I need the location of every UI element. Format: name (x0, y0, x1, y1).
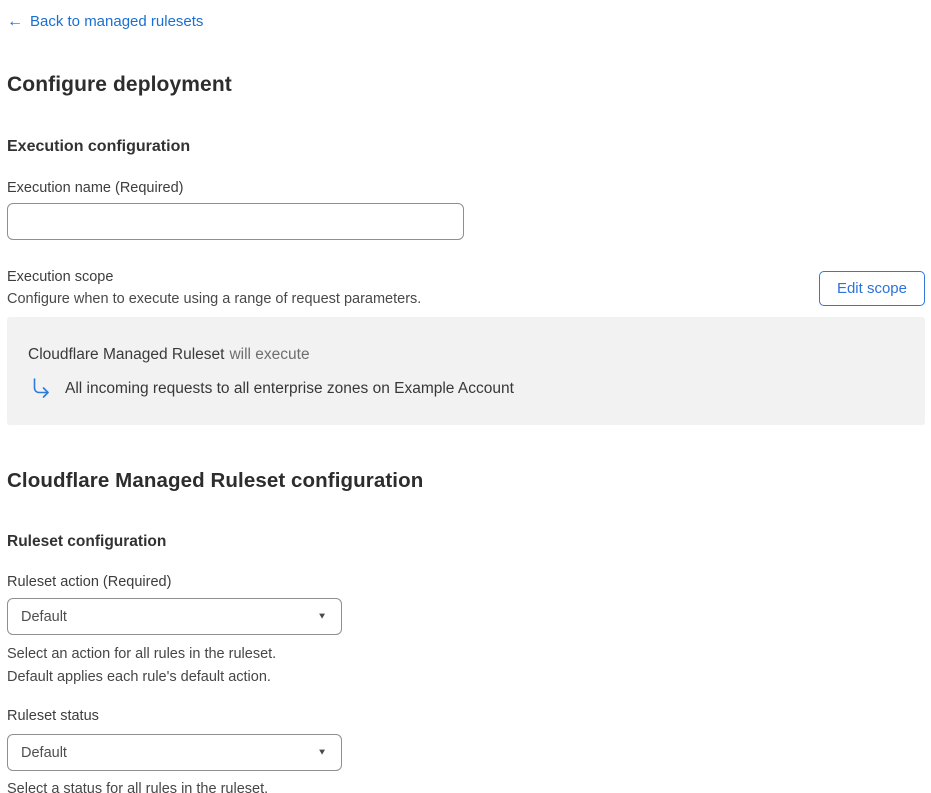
ruleset-action-help: Select an action for all rules in the ru… (7, 643, 925, 688)
ruleset-status-label: Ruleset status (7, 708, 99, 724)
ruleset-configuration-subheading: Ruleset configuration (7, 533, 167, 550)
ruleset-status-select[interactable]: Default ▼ (7, 734, 342, 771)
ruleset-action-label: Ruleset action (Required) (7, 574, 172, 590)
execution-scope-description: Configure when to execute using a range … (7, 291, 422, 307)
execution-name-input[interactable] (7, 203, 464, 240)
back-link-label: Back to managed rulesets (30, 13, 204, 30)
execution-scope-text: Execution scope Configure when to execut… (7, 266, 421, 310)
scope-target-text: All incoming requests to all enterprise … (65, 379, 514, 397)
execution-scope-label: Execution scope (7, 269, 114, 285)
scope-summary-panel: Cloudflare Managed Ruleset will execute A… (7, 317, 925, 425)
ruleset-status-selected-value: Default (21, 744, 67, 761)
ruleset-action-selected-value: Default (21, 608, 67, 625)
scope-arrow-icon (33, 378, 49, 398)
back-arrow-icon: ← (7, 13, 23, 30)
execution-configuration-heading: Execution configuration (7, 138, 191, 155)
back-to-managed-rulesets-link[interactable]: ← Back to managed rulesets (7, 12, 203, 32)
ruleset-configuration-section-heading: Cloudflare Managed Ruleset configuration (7, 469, 424, 492)
page-title: Configure deployment (7, 73, 232, 96)
chevron-down-icon: ▼ (317, 611, 327, 622)
ruleset-status-help-line1: Select a status for all rules in the rul… (7, 781, 269, 793)
edit-scope-button[interactable]: Edit scope (818, 270, 925, 306)
execution-scope-row: Execution scope Configure when to execut… (7, 266, 925, 310)
scope-target-line: All incoming requests to all enterprise … (28, 378, 905, 399)
configure-deployment-page: ← Back to managed rulesets Configure dep… (0, 0, 931, 793)
scope-will-execute-text: will execute (229, 346, 310, 363)
ruleset-action-select[interactable]: Default ▼ (7, 598, 342, 635)
ruleset-action-help-line1: Select an action for all rules in the ru… (7, 646, 277, 662)
chevron-down-icon: ▼ (317, 747, 327, 758)
scope-summary-line: Cloudflare Managed Ruleset will execute (28, 345, 905, 365)
ruleset-status-help: Select a status for all rules in the rul… (7, 778, 925, 793)
ruleset-action-help-line2: Default applies each rule's default acti… (7, 668, 271, 685)
scope-ruleset-name: Cloudflare Managed Ruleset (28, 346, 225, 363)
execution-name-label: Execution name (Required) (7, 180, 184, 196)
